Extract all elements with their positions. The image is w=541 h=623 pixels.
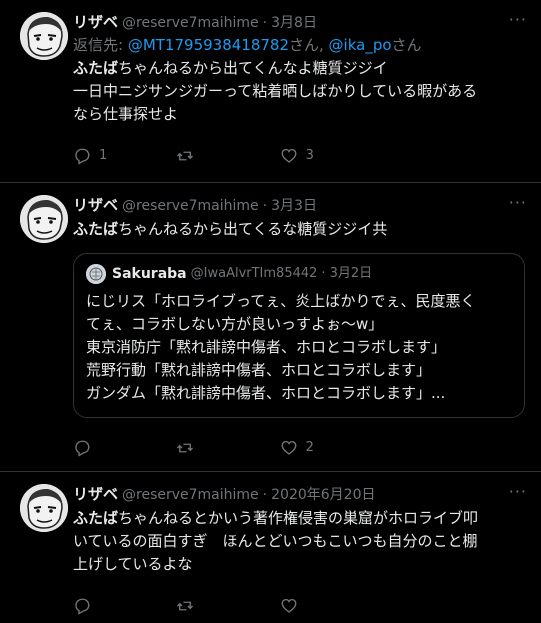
tweet-text-rest: ちゃんねるから出てくるな糖質ジジイ共 (118, 220, 388, 238)
quoted-user-handle: @IwaAlvrTIm85442 (190, 266, 318, 281)
like-button[interactable]: 2 (280, 439, 340, 457)
quoted-display-name: Sakuraba (112, 266, 187, 282)
display-name[interactable]: リザベ (73, 484, 118, 504)
quoted-tweet-header: Sakuraba @IwaAlvrTIm85442 · 3月2日 (86, 264, 512, 284)
tweet-text-rest: ちゃんねるから出てくんなよ糖質ジジイ 一日中ニジサンジガーって粘着晒しばかりして… (73, 59, 478, 123)
user-handle[interactable]: @reserve7maihime (122, 13, 259, 33)
avatar-face-icon (20, 484, 68, 532)
reply-to-line: 返信先: @MT1795938418782さん, @ika_poさん (73, 35, 525, 55)
separator-dot: · (262, 15, 268, 31)
timestamp[interactable]: 3月8日 (271, 13, 317, 33)
tweet-text: ふたばちゃんねるから出てくるな糖質ジジイ共 (73, 218, 525, 241)
avatar-face-icon (20, 195, 68, 243)
display-name[interactable]: リザベ (73, 12, 118, 32)
heart-icon (281, 440, 297, 455)
reply-count: 1 (99, 148, 108, 163)
more-options-icon[interactable]: ··· (509, 484, 527, 500)
avatar[interactable] (20, 195, 68, 243)
timestamp[interactable]: 2020年6月20日 (271, 485, 375, 505)
like-button[interactable]: 3 (280, 147, 340, 165)
avatar[interactable] (20, 12, 68, 60)
reply-icon (75, 148, 90, 165)
retweet-button[interactable] (176, 597, 236, 615)
reply-user-link[interactable]: @ika_po (329, 36, 392, 54)
reply-user-link[interactable]: @MT1795938418782 (128, 36, 289, 54)
reply-mid: さん, (289, 36, 329, 54)
user-handle[interactable]: @reserve7maihime (122, 485, 259, 505)
tweet-text-bold: ふたば (73, 59, 119, 77)
user-handle[interactable]: @reserve7maihime (122, 196, 259, 216)
reply-button[interactable] (73, 439, 133, 457)
reply-icon (75, 440, 90, 457)
retweet-button[interactable] (176, 147, 236, 165)
action-bar: 1 3 (73, 138, 403, 173)
tweet-text-bold: ふたば (73, 509, 119, 527)
like-count: 3 (305, 148, 314, 163)
retweet-icon (177, 601, 194, 610)
quoted-timestamp: 3月2日 (329, 266, 373, 281)
avatar-face-icon (20, 12, 68, 60)
action-bar: 2 (73, 430, 403, 465)
retweet-button[interactable] (176, 439, 236, 457)
tweet-text: ふたばちゃんねるとかいう著作権侵害の巣窟がホロライブ叩 いているの面白すぎ ほん… (73, 507, 525, 576)
like-count: 2 (305, 440, 314, 455)
quoted-tweet-text: にじリス「ホロライブってぇ、炎上ばかりでぇ、民度悪く てぇ、コラボしない方が良い… (86, 292, 476, 402)
display-name[interactable]: リザベ (73, 195, 118, 215)
tweet[interactable]: ··· リザベ @reserve7maihime · 2020年6月20日 ふた… (0, 472, 541, 623)
tweet-text-bold: ふたば (73, 220, 119, 238)
reply-prefix: 返信先: (73, 36, 128, 54)
timestamp[interactable]: 3月3日 (271, 196, 317, 216)
tweet-header: リザベ @reserve7maihime · 3月8日 (73, 12, 525, 33)
tweet-header: リザベ @reserve7maihime · 3月3日 (73, 195, 525, 216)
avatar[interactable] (20, 484, 68, 532)
reply-icon (75, 598, 90, 615)
action-bar (73, 588, 403, 623)
retweet-icon (177, 443, 194, 452)
tweet[interactable]: ··· リザベ @reserve7maihime · 3月3日 ふたばちゃんねる… (0, 183, 541, 472)
reply-suffix: さん (391, 36, 422, 54)
tweet-header: リザベ @reserve7maihime · 2020年6月20日 (73, 484, 525, 505)
tweet-text: ふたばちゃんねるから出てくんなよ糖質ジジイ 一日中ニジサンジガーって粘着晒しばか… (73, 57, 525, 126)
quoted-avatar (86, 264, 106, 284)
tweet-text-rest: ちゃんねるとかいう著作権侵害の巣窟がホロライブ叩 いているの面白すぎ ほんとどい… (73, 509, 479, 573)
more-options-icon[interactable]: ··· (509, 195, 527, 211)
like-button[interactable] (280, 597, 340, 615)
quoted-separator-dot: · (321, 266, 326, 281)
heart-icon (281, 148, 297, 163)
tweet[interactable]: ··· リザベ @reserve7maihime · 3月8日 返信先: @MT… (0, 0, 541, 183)
timeline: ··· リザベ @reserve7maihime · 3月8日 返信先: @MT… (0, 0, 541, 623)
quoted-tweet[interactable]: Sakuraba @IwaAlvrTIm85442 · 3月2日 にじリス「ホロ… (73, 253, 525, 418)
reply-button[interactable]: 1 (73, 147, 133, 165)
more-options-icon[interactable]: ··· (509, 12, 527, 28)
separator-dot: · (262, 487, 268, 503)
reply-button[interactable] (73, 597, 133, 615)
heart-icon (281, 598, 297, 613)
separator-dot: · (262, 198, 268, 214)
retweet-icon (177, 151, 194, 160)
quoted-avatar-icon (86, 264, 106, 284)
